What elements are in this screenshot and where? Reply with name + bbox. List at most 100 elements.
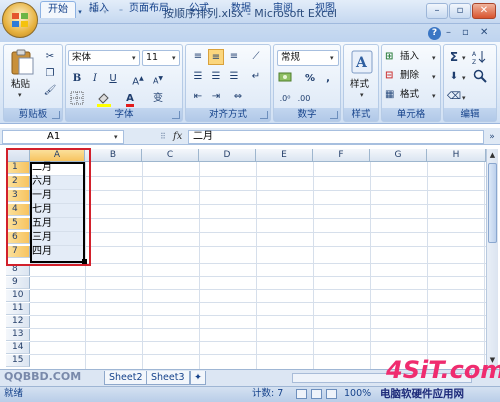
fill-color-icon[interactable] [96,91,112,107]
align-middle-icon[interactable]: ≡ [208,49,224,65]
decrease-indent-icon[interactable]: ⇤ [190,89,206,105]
format-cells-button[interactable]: ▦ 格式 ▾ [385,88,440,104]
row-header[interactable]: 2 [6,176,30,188]
number-format-dropdown-icon[interactable]: ▾ [330,54,334,62]
select-all-corner[interactable] [6,149,30,162]
row-header[interactable]: 14 [6,342,30,354]
styles-button[interactable]: A 样式 ▾ [348,48,376,102]
bold-icon[interactable]: B [69,71,85,87]
insert-function-icon[interactable]: fx [173,131,182,142]
percent-style-icon[interactable]: % [302,71,318,87]
restore-button[interactable]: ▫ [449,3,471,19]
clear-dropdown-icon[interactable]: ▾ [462,94,466,102]
column-header-d[interactable]: D [199,149,256,162]
normal-view-icon[interactable] [296,389,307,399]
fill-icon[interactable]: ⬇ [446,69,462,85]
page-layout-view-icon[interactable] [311,389,322,399]
workbook-minimize-icon[interactable]: – [446,27,451,38]
fill-handle[interactable] [82,259,87,264]
italic-icon[interactable]: I [87,71,103,87]
align-bottom-icon[interactable]: ≡ [226,49,242,65]
borders-icon[interactable] [69,91,85,107]
row-header[interactable]: 13 [6,329,30,341]
vertical-scrollbar[interactable]: ▲ ▼ [486,149,498,369]
align-left-icon[interactable]: ☰ [190,69,206,85]
tab-review[interactable]: 审阅 [268,1,298,18]
row-header[interactable]: 15 [6,355,30,367]
align-right-icon[interactable]: ☰ [226,69,242,85]
row-header[interactable]: 7 [6,246,30,258]
row-header[interactable]: 5 [6,218,30,230]
name-box[interactable]: A1 [2,130,124,144]
zoom-level[interactable]: 100% [344,388,371,400]
font-color-icon[interactable]: A [122,91,138,107]
column-header-c[interactable]: C [142,149,199,162]
scroll-thumb[interactable] [488,163,497,243]
font-dialog-launcher-icon[interactable] [172,111,180,119]
font-name-combobox[interactable]: 宋体 [68,50,140,66]
fill-dropdown-icon[interactable]: ▾ [462,74,466,82]
font-name-dropdown-icon[interactable]: ▾ [132,54,136,62]
wrap-text-icon[interactable]: ↵ [248,69,264,85]
align-top-icon[interactable]: ≡ [190,49,206,65]
paste-button[interactable]: 粘贴 ▾ [7,48,37,100]
align-center-icon[interactable]: ☰ [208,69,224,85]
tab-page-layout[interactable]: 页面布局 [124,1,174,18]
tab-view[interactable]: 视图 [310,1,340,18]
row-header[interactable]: 1 [6,162,30,174]
merge-center-icon[interactable]: ⇔ [230,89,246,105]
decrease-decimal-icon[interactable]: .00 [296,91,312,107]
comma-style-icon[interactable]: , [320,71,336,87]
workbook-close-icon[interactable]: ✕ [480,27,488,38]
sort-filter-icon[interactable]: AZ [472,49,488,66]
column-header-h[interactable]: H [427,149,486,162]
format-painter-icon[interactable]: 🖌 [42,83,58,99]
column-header-g[interactable]: G [370,149,427,162]
row-header[interactable]: 12 [6,316,30,328]
clear-icon[interactable]: ⌫ [446,89,462,105]
increase-decimal-icon[interactable]: .0⁰ [277,91,293,107]
column-header-b[interactable]: B [85,149,142,162]
formula-input[interactable]: 二月 [188,130,484,144]
number-dialog-launcher-icon[interactable] [330,111,338,119]
copy-icon[interactable]: ❐ [42,66,58,82]
page-break-view-icon[interactable] [326,389,337,399]
row-header[interactable]: 6 [6,232,30,244]
tab-formulas[interactable]: 公式 [184,1,214,18]
insert-cells-button[interactable]: ⊞ 插入 ▾ [385,50,440,66]
font-size-dropdown-icon[interactable]: ▾ [172,54,176,62]
grow-font-icon[interactable]: A▲ [130,71,146,87]
office-button[interactable] [2,2,38,38]
row-header[interactable]: 9 [6,277,30,289]
workbook-restore-icon[interactable]: ▫ [462,27,469,38]
name-box-dropdown-icon[interactable]: ▾ [114,133,118,141]
row-header[interactable]: 4 [6,204,30,216]
alignment-dialog-launcher-icon[interactable] [260,111,268,119]
row-header[interactable]: 8 [6,264,30,276]
phonetic-guide-icon[interactable]: 变 [150,91,166,107]
insert-sheet-icon[interactable]: ✦ [190,371,206,385]
increase-indent-icon[interactable]: ⇥ [208,89,224,105]
help-icon[interactable]: ? [428,27,441,40]
minimize-button[interactable]: – [426,3,448,19]
scroll-up-icon[interactable]: ▲ [488,150,497,161]
expand-formula-bar-icon[interactable]: » [486,130,498,144]
tab-insert[interactable]: 插入 [84,1,114,18]
underline-icon[interactable]: U [105,71,121,87]
tab-home[interactable]: 开始 [40,1,76,18]
autosum-icon[interactable]: Σ [446,49,462,65]
row-header[interactable]: 3 [6,190,30,202]
find-select-icon[interactable] [472,69,488,85]
tab-data[interactable]: 数据 [226,1,256,18]
row-header[interactable]: 10 [6,290,30,302]
close-button[interactable]: ✕ [472,3,496,19]
column-header-a[interactable]: A [30,149,85,162]
shrink-font-icon[interactable]: A▼ [150,71,166,87]
clipboard-dialog-launcher-icon[interactable] [52,111,60,119]
column-header-f[interactable]: F [313,149,370,162]
cut-icon[interactable]: ✂ [42,49,58,65]
sheet-tab-sheet3[interactable]: Sheet3 [146,371,190,385]
accounting-format-icon[interactable] [277,71,293,87]
orientation-icon[interactable]: ⟋ [248,49,264,65]
row-header[interactable]: 11 [6,303,30,315]
